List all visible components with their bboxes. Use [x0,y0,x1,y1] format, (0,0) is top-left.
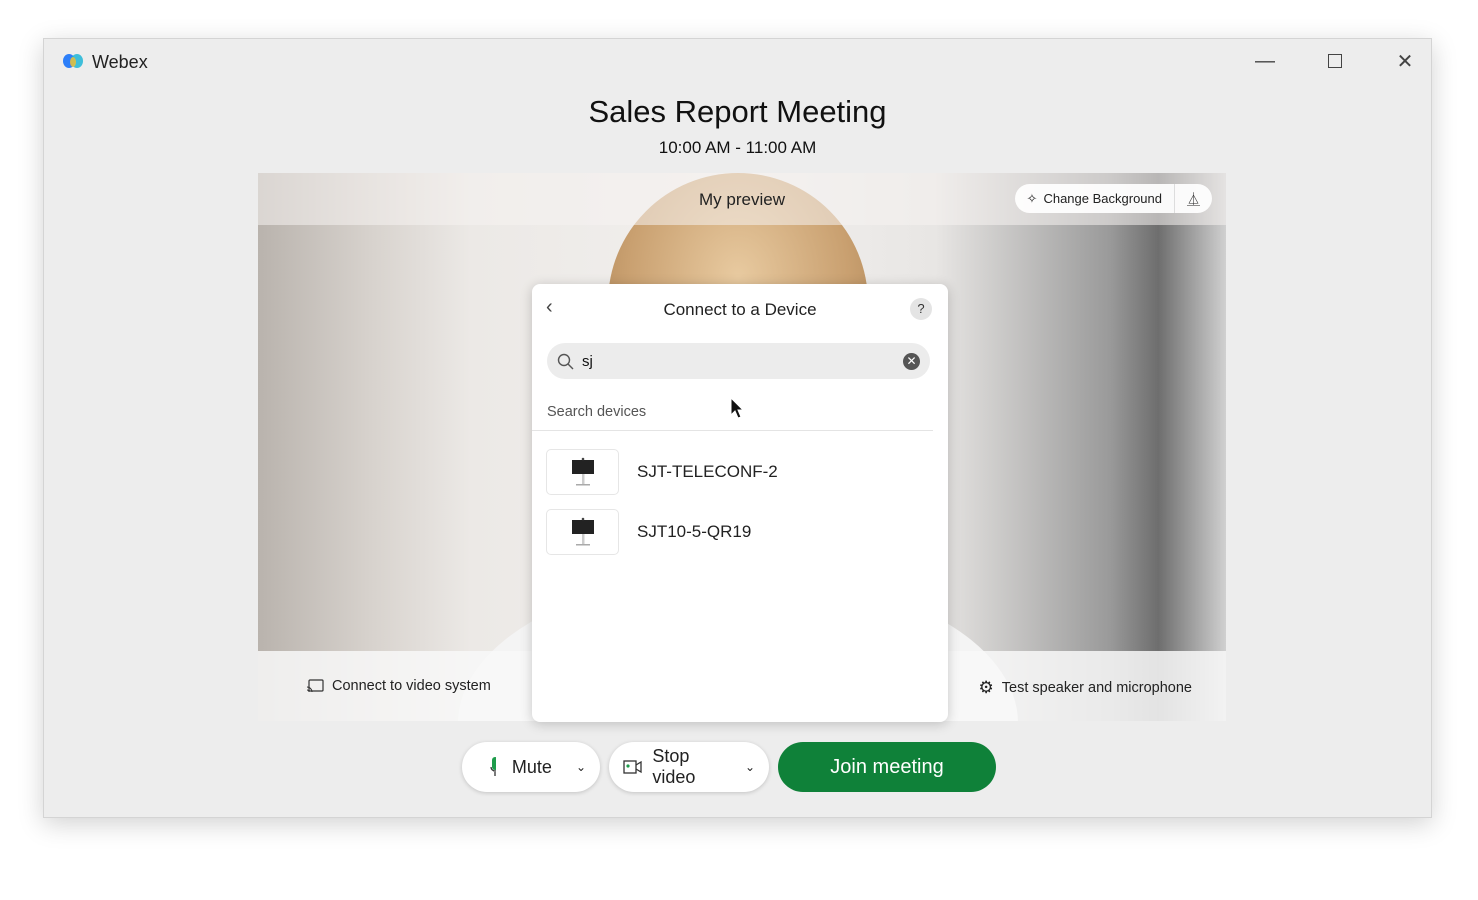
webex-logo-icon [63,54,83,68]
help-button[interactable]: ? [910,298,932,320]
device-search-input[interactable] [582,352,895,370]
cast-icon [306,679,324,693]
test-audio-button[interactable]: ⚙ Test speaker and microphone [979,678,1192,698]
section-label: Search devices [547,404,647,420]
video-camera-icon [623,760,642,774]
panel-title: Connect to a Device [663,300,817,319]
connect-video-system-button[interactable]: Connect to video system [306,678,491,694]
change-background-button[interactable]: ✧ Change Background ⏅ [1014,184,1212,213]
app-name: Webex [92,52,148,72]
gear-icon: ⚙ [978,678,994,697]
device-item[interactable]: SJT-TELECONF-2 [546,449,778,495]
join-meeting-button[interactable]: Join meeting [778,742,996,792]
video-device-icon [546,509,619,555]
chevron-down-icon[interactable]: ⌄ [745,760,755,774]
mirror-icon[interactable]: ⏅ [1187,189,1200,208]
minimize-button[interactable]: — [1250,47,1280,75]
magic-wand-icon: ✧ [1026,190,1038,206]
device-item[interactable]: SJT10-5-QR19 [546,509,751,555]
mute-button[interactable]: Mute ⌄ [462,742,600,792]
search-icon [557,353,574,369]
connect-device-panel: ‹ Connect to a Device ? ✕ Search devices… [532,284,948,722]
meeting-time: 10:00 AM - 11:00 AM [658,138,817,157]
stop-video-button[interactable]: Stop video ⌄ [609,742,769,792]
close-button[interactable]: ✕ [1390,47,1420,75]
meeting-title: Sales Report Meeting [588,94,887,129]
mouse-cursor-icon [730,397,744,419]
microphone-icon [490,757,496,776]
device-search: ✕ [547,343,930,379]
clear-search-button[interactable]: ✕ [903,352,920,370]
video-device-icon [546,449,619,495]
chevron-down-icon[interactable]: ⌄ [576,760,586,774]
maximize-button[interactable] [1320,47,1350,75]
